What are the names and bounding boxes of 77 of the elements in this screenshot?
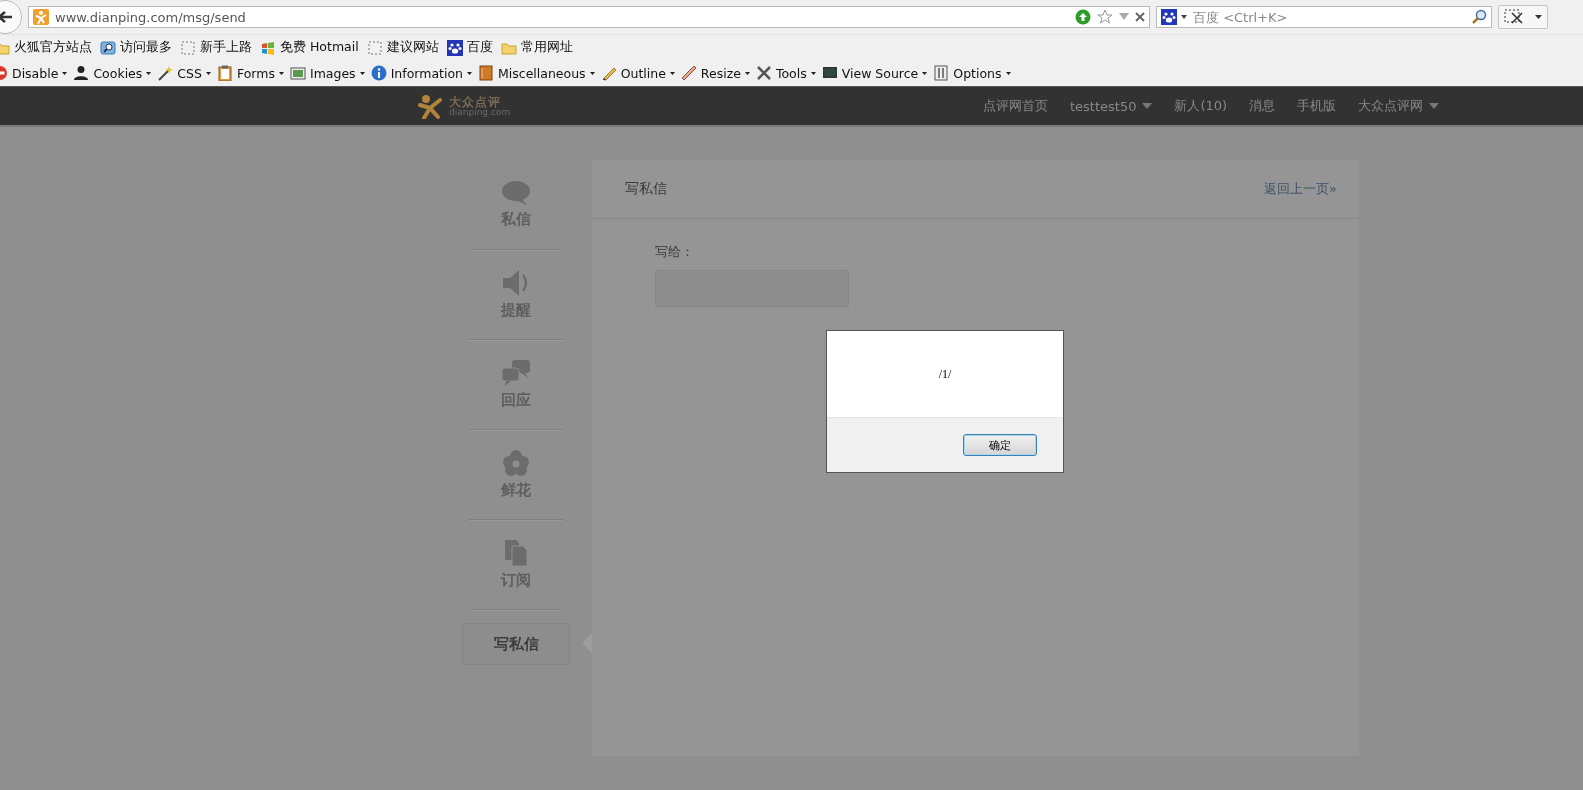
screenshot-tool-button[interactable] [1498, 5, 1548, 29]
alert-message: /1/ [938, 366, 952, 382]
dashed-square-icon [366, 39, 383, 56]
caret-icon [1534, 15, 1542, 19]
toolbar-menu[interactable]: Tools [755, 65, 816, 81]
nav-link[interactable]: 点评网首页 [983, 97, 1048, 115]
bookmark-item[interactable]: 新手上路 [180, 39, 252, 56]
nav-link[interactable]: 手机版 [1297, 97, 1337, 115]
panel-title: 写私信 [625, 180, 667, 198]
caret-icon [62, 71, 68, 75]
address-bar[interactable]: www.dianping.com/msg/send [28, 6, 1150, 28]
toolbar-menu[interactable]: Miscellaneous [478, 65, 595, 81]
picture-icon [289, 65, 306, 81]
close-icon[interactable] [1135, 12, 1145, 22]
speech-bubbles-icon [501, 359, 531, 387]
search-bar[interactable]: 百度 <Ctrl+K> [1156, 6, 1492, 28]
bookmark-item[interactable]: 火狐官方站点 [0, 39, 92, 56]
caret-icon [278, 71, 284, 75]
caret-icon [669, 71, 675, 75]
speech-bubble-icon [501, 180, 531, 206]
logo-text: 大众点评 [449, 95, 501, 108]
toolbar-menu[interactable]: Options [933, 65, 1011, 81]
toolbar-menu[interactable]: Forms [216, 65, 284, 81]
toolbar-menu[interactable]: View Source [821, 65, 928, 81]
site-favicon-icon [33, 9, 49, 25]
flower-icon [502, 449, 530, 477]
documents-icon [503, 539, 529, 567]
monitor-icon [821, 65, 838, 81]
caret-icon [1429, 103, 1440, 109]
bookmark-item[interactable]: 常用网址 [500, 39, 573, 56]
magnifier-icon [100, 39, 116, 56]
magic-wand-icon [157, 65, 174, 81]
dropdown-triangle-icon[interactable] [1119, 13, 1129, 21]
toolbar-menu[interactable]: Information [370, 65, 472, 81]
field-label: 写给： [655, 243, 695, 261]
nav-link[interactable]: 大众点评网 [1358, 97, 1440, 115]
bookmark-item[interactable]: 访问最多 [100, 39, 172, 56]
bookmark-item[interactable]: 百度 [446, 39, 493, 56]
caret-icon [810, 71, 816, 75]
toolbar-menu[interactable]: CSS [157, 65, 211, 81]
caret-icon [744, 71, 750, 75]
toolbar-menu[interactable]: Outline [600, 65, 675, 81]
caret-icon [359, 71, 365, 75]
toolbar-menu[interactable]: Resize [680, 65, 750, 81]
person-icon [73, 65, 90, 81]
caret-icon [589, 71, 595, 75]
bookmark-item[interactable]: 免费 Hotmail [260, 39, 359, 56]
ruler-icon [680, 65, 697, 81]
caret-icon [146, 71, 152, 75]
search-input[interactable]: 百度 <Ctrl+K> [1191, 8, 1467, 26]
toolbar-menu[interactable]: Images [289, 65, 365, 81]
windows-flag-icon [260, 39, 276, 56]
nav-link[interactable]: testtest50 [1070, 97, 1153, 115]
book-icon [478, 65, 494, 81]
search-icon [1471, 9, 1487, 25]
info-icon [370, 65, 387, 81]
dashed-square-icon [180, 39, 196, 56]
dashed-scissors-icon [1504, 9, 1525, 25]
bookmark-item[interactable]: 建议网站 [366, 39, 439, 56]
caret-icon [922, 71, 928, 75]
pencil-icon [600, 65, 617, 81]
caret-icon [1181, 15, 1187, 19]
star-icon[interactable] [1097, 9, 1113, 25]
paw-icon [1161, 9, 1177, 25]
clipboard-icon [216, 65, 233, 81]
url-text: www.dianping.com/msg/send [55, 9, 247, 25]
toolbar-menu[interactable]: Cookies [73, 65, 152, 81]
paw-icon [446, 39, 463, 56]
nav-link[interactable]: 新人(10) [1174, 97, 1228, 115]
caret-icon [467, 71, 472, 75]
caret-icon [1005, 71, 1011, 75]
caret-icon [1142, 103, 1153, 109]
nav-link[interactable]: 消息 [1249, 97, 1276, 115]
back-arrow-icon [0, 10, 13, 24]
caret-icon [205, 71, 211, 75]
toolbar-menu[interactable]: Disable [0, 65, 68, 81]
ok-button[interactable]: 确定 [963, 434, 1037, 456]
